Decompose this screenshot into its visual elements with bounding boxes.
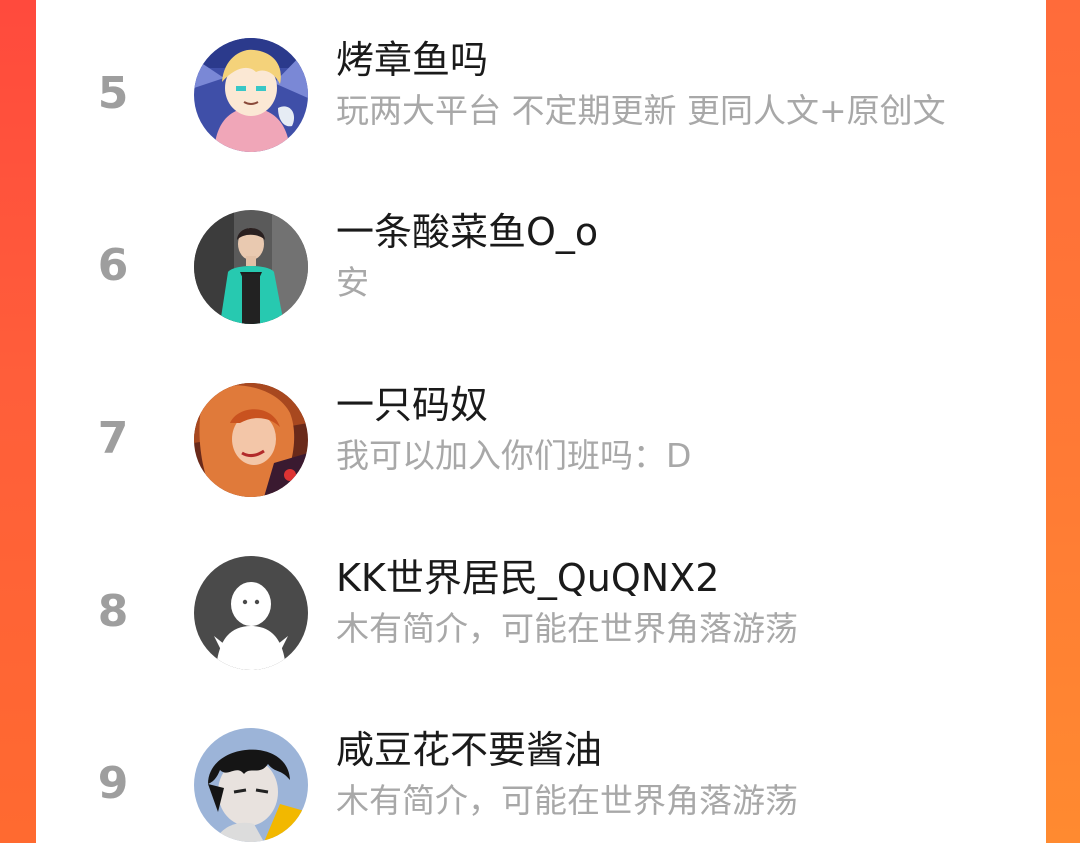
user-bio: 木有简介，可能在世界角落游荡 [336, 609, 798, 648]
rank-number: 5 [97, 68, 129, 119]
leaderboard-row[interactable]: 8 KK世界居民_QuQNX2 木有简介，可能在世界角落游荡 [36, 548, 1046, 688]
user-name[interactable]: 一只码奴 [336, 379, 488, 431]
leaderboard-row[interactable]: 5 烤章鱼吗 玩两大平台 不定期更新 更同人文+原创文 [36, 30, 1046, 170]
leaderboard-row[interactable]: 9 咸豆花不要酱油 木有简介，可能在世界角落游荡 [36, 720, 1046, 843]
page-frame: 5 烤章鱼吗 玩两大平台 不定期更新 更同人文+原创文 6 一条酸菜鱼O_o 安… [0, 0, 1080, 843]
leaderboard-row[interactable]: 7 一只码奴 我可以加入你们班吗：D [36, 375, 1046, 515]
rank-number: 6 [97, 240, 129, 291]
leaderboard-row[interactable]: 6 一条酸菜鱼O_o 安 [36, 202, 1046, 342]
user-name[interactable]: 烤章鱼吗 [336, 34, 488, 86]
frame-right-edge [1046, 0, 1080, 843]
user-bio: 安 [336, 263, 369, 302]
user-bio: 木有简介，可能在世界角落游荡 [336, 781, 798, 820]
rank-number: 9 [97, 758, 129, 809]
rank-number: 7 [97, 413, 129, 464]
anime-blonde-boy-avatar-icon[interactable] [194, 38, 308, 152]
dark-hair-boy-avatar-icon[interactable] [194, 728, 308, 842]
user-name[interactable]: 咸豆花不要酱油 [336, 724, 602, 776]
user-bio: 玩两大平台 不定期更新 更同人文+原创文 [336, 91, 946, 130]
user-bio: 我可以加入你们班吗：D [336, 436, 692, 475]
user-name[interactable]: 一条酸菜鱼O_o [336, 206, 598, 258]
default-ghost-avatar-icon[interactable] [194, 556, 308, 670]
user-name[interactable]: KK世界居民_QuQNX2 [336, 552, 719, 604]
rank-number: 8 [97, 586, 129, 637]
leaderboard-panel: 5 烤章鱼吗 玩两大平台 不定期更新 更同人文+原创文 6 一条酸菜鱼O_o 安… [36, 0, 1046, 843]
redhead-anime-girl-avatar-icon[interactable] [194, 383, 308, 497]
teal-jacket-person-avatar-icon[interactable] [194, 210, 308, 324]
